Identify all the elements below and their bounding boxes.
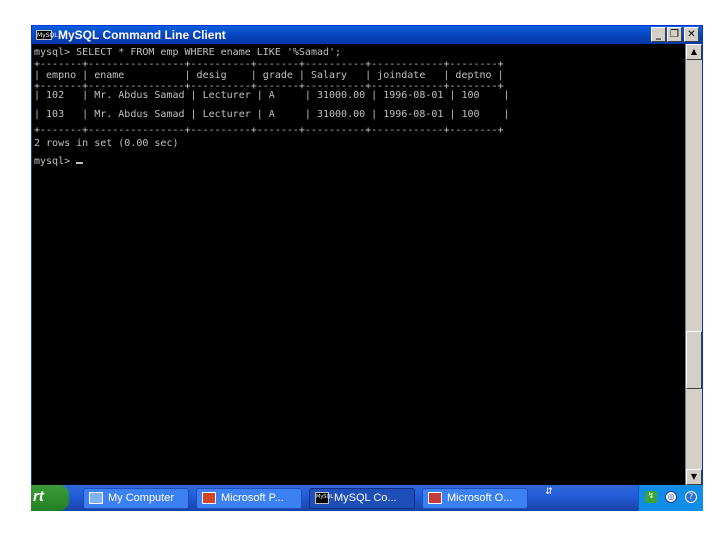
task-my-computer[interactable]: My Computer [83, 488, 189, 509]
help-icon[interactable]: ? [685, 491, 697, 503]
task-label: MySQL Co... [334, 492, 397, 504]
task-label: Microsoft P... [221, 492, 284, 504]
task-microsoft-office[interactable]: Microsoft O... [422, 488, 528, 509]
scroll-up-button[interactable]: ▲ [686, 44, 702, 60]
system-tray: ↯ ◎ ? [638, 485, 703, 511]
maximize-button[interactable]: ❐ [667, 27, 682, 42]
task-microsoft-powerpoint[interactable]: Microsoft P... [196, 488, 302, 509]
result-summary: 2 rows in set (0.00 sec) [34, 138, 179, 149]
office-icon [428, 492, 442, 504]
task-mysql-client[interactable]: MySQL MySQL Co... [309, 488, 415, 509]
text-cursor [76, 162, 84, 164]
language-bar-icon[interactable]: ⇵ [544, 488, 554, 506]
start-button[interactable]: rt [31, 485, 69, 511]
console-prompt[interactable]: mysql> [34, 156, 84, 168]
console-line: +-------+----------------+----------+---… [34, 125, 504, 136]
title-bar[interactable]: MySQL MySQL Command Line Client _ ❐ ✕ [32, 26, 702, 44]
computer-icon [89, 492, 103, 504]
close-button[interactable]: ✕ [684, 27, 699, 42]
task-label: Microsoft O... [447, 492, 513, 504]
network-icon[interactable]: ↯ [645, 491, 657, 503]
scroll-down-button[interactable]: ▼ [686, 469, 702, 485]
vertical-scrollbar[interactable]: ▲ ▼ [685, 44, 702, 485]
powerpoint-icon [202, 492, 216, 504]
table-row: | 102 | Mr. Abdus Samad | Lecturer | A |… [34, 90, 510, 101]
console-line: mysql> SELECT * FROM emp WHERE ename LIK… [34, 47, 342, 58]
taskbar: rt My Computer Microsoft P... MySQL MySQ… [31, 485, 703, 511]
window-title: MySQL Command Line Client [58, 28, 226, 42]
scroll-thumb[interactable] [686, 331, 702, 389]
start-label: rt [33, 488, 44, 505]
minimize-button[interactable]: _ [651, 27, 666, 42]
task-label: My Computer [108, 492, 175, 504]
table-row: | 103 | Mr. Abdus Samad | Lecturer | A |… [34, 109, 510, 120]
console-output[interactable]: mysql> SELECT * FROM emp WHERE ename LIK… [32, 44, 685, 485]
mysql-app-icon[interactable]: MySQL [36, 30, 58, 40]
prompt-text: mysql> [34, 156, 77, 167]
security-icon[interactable]: ◎ [665, 491, 677, 503]
mysql-icon: MySQL [315, 492, 333, 504]
console-window: MySQL MySQL Command Line Client _ ❐ ✕ my… [31, 25, 703, 485]
